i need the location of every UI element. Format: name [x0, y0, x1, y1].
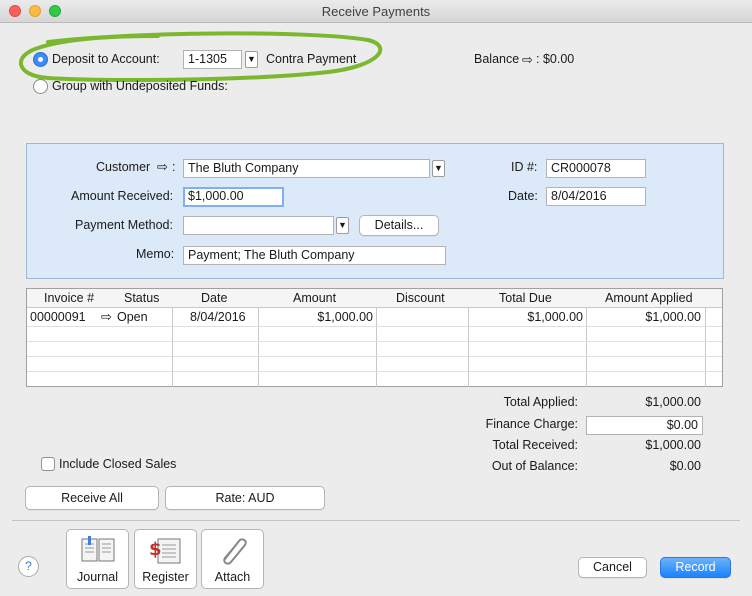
cancel-button[interactable]: Cancel: [578, 557, 647, 578]
balance-label: Balance: [474, 52, 520, 66]
group-undeposited-label: Group with Undeposited Funds:: [52, 79, 228, 93]
out-of-balance-value: $0.00: [669, 459, 701, 473]
date-label: Date:: [508, 189, 538, 203]
amount-received-label: Amount Received:: [71, 189, 174, 203]
memo-label: Memo:: [136, 247, 175, 261]
group-undeposited-radio[interactable]: [33, 79, 48, 94]
rate-button[interactable]: Rate: AUD: [165, 486, 325, 510]
customer-label: Customer: [96, 160, 151, 174]
customer-colon: :: [172, 160, 176, 174]
payment-method-dropdown-icon[interactable]: ▼: [336, 217, 349, 234]
cell-amount: $1,000.00: [317, 310, 373, 324]
help-icon[interactable]: ?: [18, 556, 39, 577]
date-field[interactable]: 8/04/2016: [546, 187, 646, 206]
journal-icon: [81, 536, 115, 562]
svg-text:$: $: [149, 539, 162, 560]
column-header-amount[interactable]: Amount: [293, 291, 336, 305]
column-header-date[interactable]: Date: [201, 291, 227, 305]
column-header-total-due[interactable]: Total Due: [499, 291, 552, 305]
arrow-right-icon[interactable]: ⇨: [101, 309, 112, 325]
cell-status: Open: [117, 310, 148, 324]
cell-date: 8/04/2016: [190, 310, 246, 324]
id-field[interactable]: CR000078: [546, 159, 646, 178]
cell-amount-applied[interactable]: $1,000.00: [587, 310, 701, 324]
table-header: Invoice # Status Date Amount Discount To…: [27, 289, 722, 308]
include-closed-checkbox[interactable]: [41, 457, 55, 471]
customer-dropdown-icon[interactable]: ▼: [432, 160, 445, 177]
receive-all-button[interactable]: Receive All: [25, 486, 159, 510]
register-label: Register: [142, 570, 189, 584]
journal-button[interactable]: Journal: [66, 529, 129, 589]
details-button[interactable]: Details...: [359, 215, 439, 236]
cell-invoice: 00000091: [30, 310, 86, 324]
include-closed-label: Include Closed Sales: [59, 457, 177, 471]
title-bar: Receive Payments: [0, 0, 752, 23]
total-received-label: Total Received:: [492, 438, 578, 452]
customer-field[interactable]: The Bluth Company: [183, 159, 430, 178]
id-label: ID #:: [511, 160, 538, 174]
attach-icon: [223, 538, 247, 565]
payment-method-label: Payment Method:: [75, 218, 173, 232]
invoice-table: Invoice # Status Date Amount Discount To…: [26, 288, 723, 387]
memo-field[interactable]: Payment; The Bluth Company: [183, 246, 446, 265]
customer-arrow-right-icon[interactable]: ⇨: [157, 159, 168, 175]
column-header-amount-applied[interactable]: Amount Applied: [605, 291, 693, 305]
arrow-right-icon[interactable]: ⇨: [522, 52, 533, 68]
total-applied-value: $1,000.00: [645, 395, 701, 409]
attach-button[interactable]: Attach: [201, 529, 264, 589]
cell-total-due: $1,000.00: [527, 310, 583, 324]
journal-label: Journal: [77, 570, 118, 584]
divider: [12, 520, 740, 521]
register-button[interactable]: $ Register: [134, 529, 197, 589]
column-header-discount[interactable]: Discount: [396, 291, 445, 305]
finance-charge-field[interactable]: $0.00: [586, 416, 703, 435]
record-button[interactable]: Record: [660, 557, 731, 578]
column-header-invoice[interactable]: Invoice #: [44, 291, 94, 305]
register-icon: $: [149, 538, 181, 564]
attach-label: Attach: [214, 570, 251, 584]
total-applied-label: Total Applied:: [503, 395, 578, 409]
window-title: Receive Payments: [321, 4, 431, 19]
column-header-status[interactable]: Status: [124, 291, 159, 305]
total-received-value: $1,000.00: [645, 438, 701, 452]
amount-received-field[interactable]: $1,000.00: [183, 187, 284, 207]
payment-method-field[interactable]: [183, 216, 334, 235]
balance-value: : $0.00: [536, 52, 575, 66]
out-of-balance-label: Out of Balance:: [491, 459, 578, 473]
finance-charge-label: Finance Charge:: [485, 417, 578, 431]
